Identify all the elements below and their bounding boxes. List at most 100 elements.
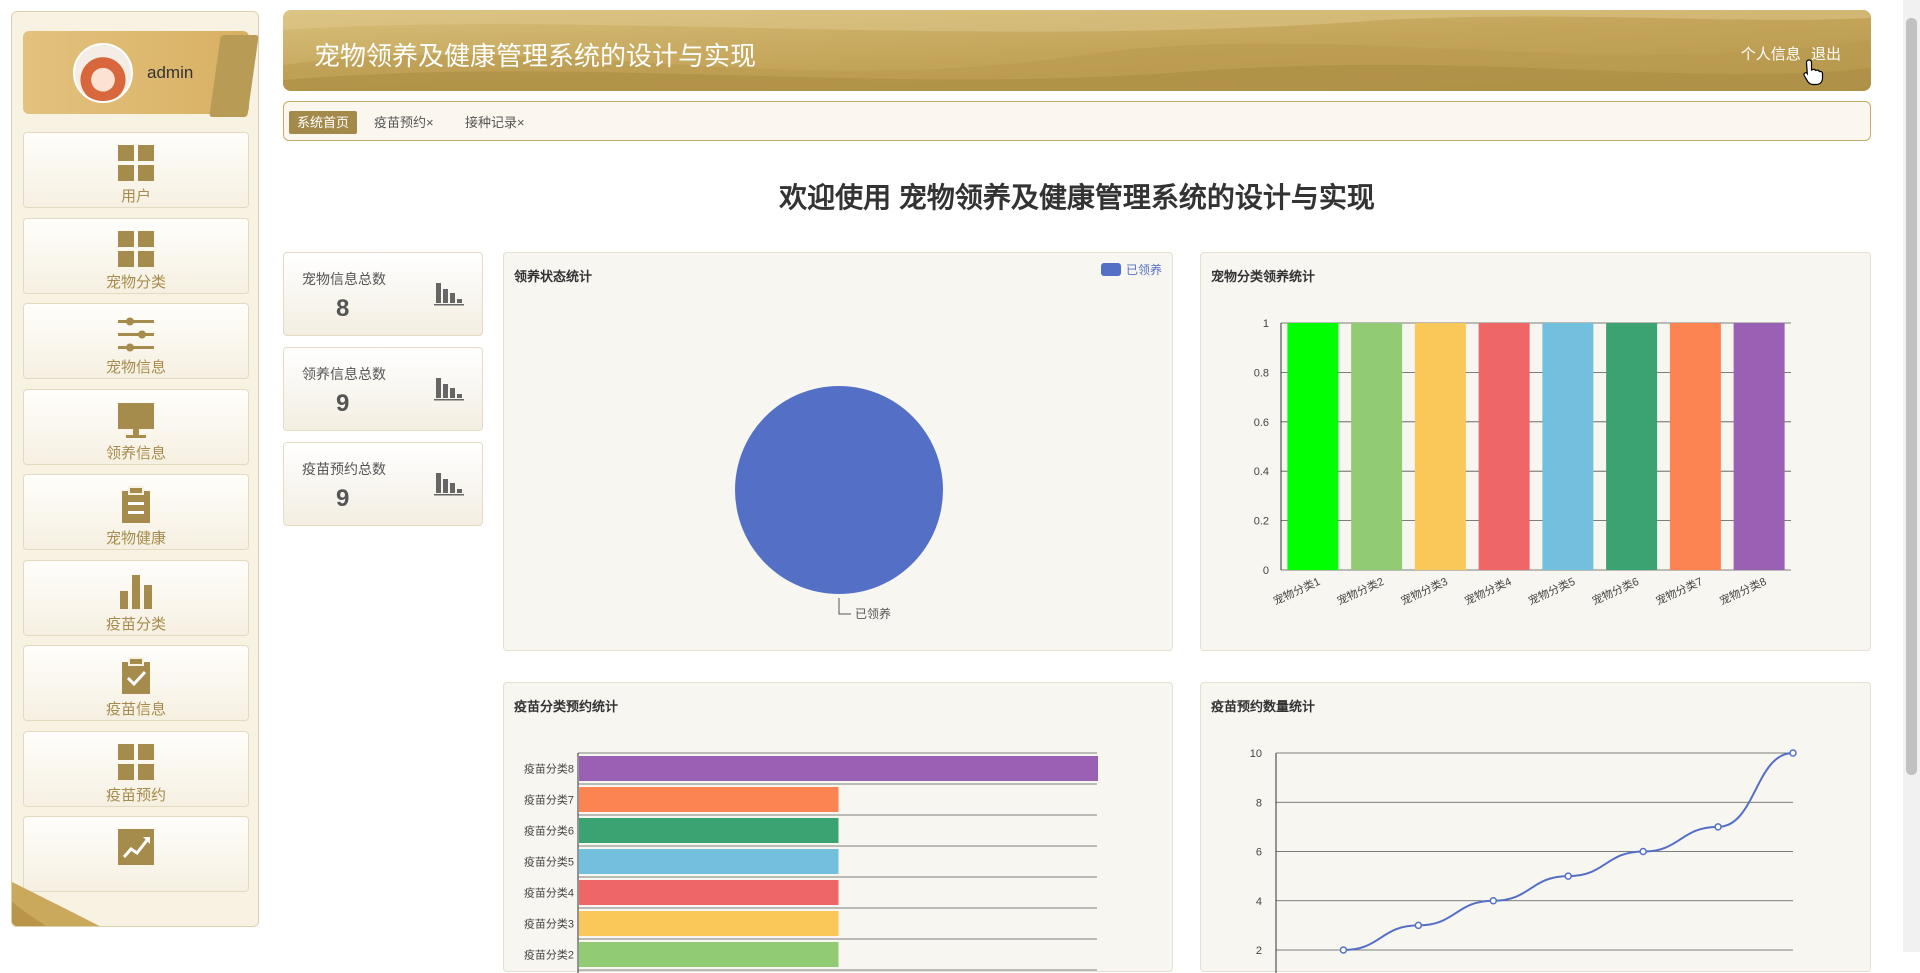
sidebar: admin 用户 宠物分类 宠物信息 领养信息 宠物健康 疫苗分类 疫苗信息 疫… [11, 11, 259, 927]
line-point [1339, 946, 1348, 954]
bar [1351, 323, 1403, 570]
grid-icon [118, 744, 154, 780]
y-tick-label: 1 [1263, 318, 1269, 330]
x-tick-label: 宠物分类4 [1462, 574, 1513, 608]
avatar[interactable] [73, 42, 133, 103]
y-tick-label: 疫苗分类6 [524, 824, 574, 838]
bar [1287, 323, 1339, 570]
bar [579, 849, 839, 874]
sidebar-item-label: 疫苗预约 [105, 787, 166, 804]
grid-icon [118, 231, 154, 267]
chart-panel-vaccine-booking-count: 疫苗预约数量统计 2 4 6 8 10 [1200, 682, 1871, 973]
pie-chart: 已领养已领养 [735, 262, 1162, 621]
tab-label: 接种记录 [465, 115, 518, 130]
x-tick-label: 宠物分类8 [1717, 574, 1768, 608]
tab-vaccine-booking[interactable]: 疫苗预约× [374, 111, 434, 134]
stat-card-adoption-info: 领养信息总数 9 [283, 347, 483, 431]
scrollbar-thumb[interactable] [1906, 18, 1917, 775]
y-tick-label: 疫苗分类8 [524, 762, 574, 776]
x-tick-label: 宠物分类7 [1653, 574, 1704, 608]
bar [1669, 323, 1721, 570]
clipboard-check-icon [122, 657, 150, 694]
sidebar-item-users[interactable]: 用户 [23, 132, 249, 208]
chart-panel-pet-category-adoption: 宠物分类领养统计 0 0.2 0.4 0.6 0.8 1 宠物分类1 宠物分类2 宠物分类3 宠物… [1200, 252, 1871, 651]
tab-vaccination-record[interactable]: 接种记录× [465, 111, 525, 134]
y-tick-label: 0.6 [1254, 417, 1269, 429]
stat-label: 疫苗预约总数 [302, 461, 386, 477]
x-tick-label: 宠物分类1 [1271, 574, 1322, 608]
bar [579, 942, 839, 967]
sidebar-item-label: 宠物信息 [105, 359, 166, 376]
stat-card-pet-info: 宠物信息总数 8 [283, 252, 483, 336]
line-point [1414, 921, 1423, 930]
sidebar-item-pet-health[interactable]: 宠物健康 [23, 474, 249, 550]
bar [579, 911, 839, 936]
user-card: admin [23, 31, 258, 117]
header-bar: 宠物领养及健康管理系统的设计与实现 个人信息 退出 [283, 10, 1871, 91]
sidebar-item-adoption[interactable]: 领养信息 [23, 389, 249, 465]
app-title: 宠物领养及健康管理系统的设计与实现 [314, 42, 757, 72]
stat-label: 领养信息总数 [302, 366, 386, 382]
user-name: admin [147, 62, 194, 82]
line-point [1789, 749, 1797, 757]
y-tick-label: 0 [1263, 565, 1269, 577]
stat-value: 9 [336, 485, 350, 512]
y-tick-label: 疫苗分类2 [524, 948, 574, 962]
stat-value: 8 [336, 295, 350, 322]
x-tick-label: 宠物分类6 [1590, 574, 1641, 608]
stat-card-vaccine-booking: 疫苗预约总数 9 [283, 442, 483, 526]
bar-chart: 0 0.2 0.4 0.6 0.8 1 宠物分类1 宠物分类2 宠物分类3 宠物分类4 宠物分类5 宠… [1254, 318, 1791, 608]
bar [1606, 323, 1658, 570]
grid-icon [118, 145, 154, 181]
sidebar-decoration [12, 882, 100, 926]
line-point [1564, 872, 1572, 880]
sidebar-item-statistics[interactable] [23, 816, 249, 892]
pie-label: 已领养 [855, 606, 891, 621]
monitor-icon [118, 403, 154, 438]
bar [579, 880, 839, 905]
bar-chart-icon [434, 283, 464, 306]
line-point [1714, 823, 1722, 831]
hand-cursor-icon [1803, 59, 1824, 86]
bar [1542, 323, 1594, 570]
sidebar-item-label: 疫苗信息 [105, 701, 166, 718]
line-point [1639, 847, 1647, 856]
stat-label: 宠物信息总数 [302, 271, 386, 287]
close-icon[interactable]: × [426, 115, 434, 130]
sidebar-item-vaccine-info[interactable]: 疫苗信息 [23, 645, 249, 721]
legend-swatch [1101, 263, 1121, 276]
bar [579, 818, 839, 843]
scrollbar[interactable] [1903, 0, 1920, 952]
y-tick-label: 0.8 [1254, 367, 1269, 379]
clipboard-icon [122, 486, 150, 523]
bar-chart-icon [120, 575, 152, 609]
pie-slice [735, 386, 943, 594]
sliders-icon [118, 317, 154, 352]
sidebar-item-vaccine-category[interactable]: 疫苗分类 [23, 560, 249, 636]
sidebar-item-pet-info[interactable]: 宠物信息 [23, 303, 249, 379]
tab-label: 疫苗预约 [374, 115, 427, 130]
y-tick-label: 0.4 [1254, 466, 1269, 478]
bar [1733, 323, 1785, 570]
sidebar-item-vaccine-booking[interactable]: 疫苗预约 [23, 731, 249, 807]
sidebar-item-label: 宠物分类 [105, 274, 166, 291]
tab-bar: 系统首页 疫苗预约× 接种记录× [283, 101, 1871, 141]
close-icon[interactable]: × [517, 115, 525, 130]
y-tick-label: 8 [1256, 797, 1262, 809]
legend-label: 已领养 [1126, 262, 1162, 277]
y-tick-label: 10 [1250, 748, 1262, 760]
y-tick-label: 6 [1256, 847, 1262, 859]
y-tick-label: 0.2 [1254, 516, 1269, 528]
bar [1478, 323, 1530, 570]
y-tick-label: 疫苗分类4 [524, 886, 574, 900]
profile-link[interactable]: 个人信息 [1741, 46, 1801, 63]
trend-chart-icon [118, 829, 154, 865]
welcome-heading: 欢迎使用 宠物领养及健康管理系统的设计与实现 [779, 182, 1375, 213]
horizontal-bar-chart: 疫苗分类8 疫苗分类7 疫苗分类6 疫苗分类5 疫苗分类4 疫苗分类3 疫苗分类2 [524, 752, 1098, 973]
user-links: 个人信息 退出 [1735, 43, 1841, 64]
y-tick-label: 疫苗分类7 [524, 793, 574, 807]
tab-home[interactable]: 系统首页 [289, 111, 358, 134]
sidebar-item-pet-category[interactable]: 宠物分类 [23, 218, 249, 294]
y-tick-label: 2 [1256, 945, 1262, 957]
sidebar-item-label: 领养信息 [105, 445, 166, 462]
